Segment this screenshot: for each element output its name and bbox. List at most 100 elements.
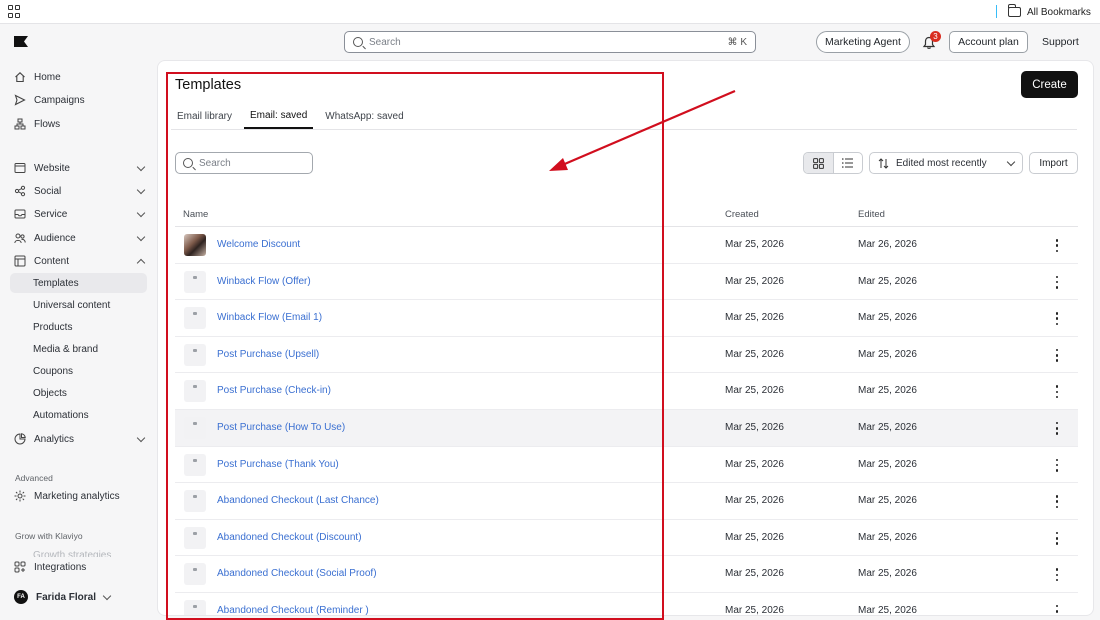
template-thumbnail[interactable]: [184, 526, 206, 549]
bookmarks-divider: [996, 5, 997, 18]
import-button[interactable]: Import: [1029, 152, 1078, 174]
table-row[interactable]: Post Purchase (How To Use) Mar 25, 2026 Ma…: [175, 409, 1078, 447]
sidebar-item-campaigns[interactable]: Campaigns: [14, 90, 148, 110]
template-thumbnail[interactable]: [184, 453, 206, 476]
template-thumbnail[interactable]: [184, 490, 206, 513]
table-row[interactable]: Post Purchase (Check-in) Mar 25, 2026 Mar …: [175, 373, 1078, 410]
grid-view-button[interactable]: [804, 153, 834, 173]
template-thumbnail[interactable]: [184, 307, 206, 330]
support-link[interactable]: Support: [1042, 36, 1079, 48]
sidebar-subitem-automations[interactable]: Automations: [10, 405, 147, 425]
template-thumbnail[interactable]: [184, 234, 206, 256]
sidebar-item-social[interactable]: Social: [14, 181, 148, 201]
template-thumbnail[interactable]: [184, 270, 206, 293]
sidebar-item-content[interactable]: Content: [14, 251, 148, 271]
table-row[interactable]: Post Purchase (Upsell) Mar 25, 2026 Mar 25…: [175, 337, 1078, 374]
sidebar-subitem-templates[interactable]: Templates: [10, 273, 147, 293]
template-name-link[interactable]: Abandoned Checkout (Social Proof): [217, 568, 377, 579]
more-options-icon[interactable]: [1055, 312, 1059, 326]
sidebar-item-audience[interactable]: Audience: [14, 228, 148, 248]
chevron-down-icon: [102, 591, 112, 600]
template-name-link[interactable]: Winback Flow (Offer): [217, 276, 311, 287]
more-options-icon[interactable]: [1055, 495, 1059, 509]
account-switcher[interactable]: FA Farida Floral: [14, 587, 148, 607]
more-options-icon[interactable]: [1055, 604, 1059, 615]
apps-grid-icon[interactable]: [8, 5, 21, 18]
template-thumbnail[interactable]: [184, 563, 206, 586]
tab-email-saved[interactable]: Email: saved: [244, 103, 314, 129]
sidebar-subitem-universal-content[interactable]: Universal content: [10, 295, 147, 315]
all-bookmarks-label: All Bookmarks: [1027, 6, 1091, 18]
template-thumbnail[interactable]: [184, 599, 206, 615]
tab-whatsapp-saved[interactable]: WhatsApp: saved: [319, 103, 409, 129]
edited-date: Mar 25, 2026: [858, 458, 917, 470]
template-name-link[interactable]: Abandoned Checkout (Discount): [217, 532, 362, 543]
column-header-name[interactable]: Name: [183, 209, 208, 220]
advanced-section-label: Advanced: [15, 473, 53, 483]
table-row[interactable]: Winback Flow (Offer) Mar 25, 2026 Mar 25, …: [175, 264, 1078, 301]
template-name-link[interactable]: Post Purchase (Thank You): [217, 459, 339, 470]
more-options-icon[interactable]: [1055, 239, 1059, 252]
send-icon: [14, 94, 26, 106]
template-name-link[interactable]: Welcome Discount: [217, 239, 300, 250]
account-plan-button[interactable]: Account plan: [949, 31, 1028, 53]
column-header-edited[interactable]: Edited: [858, 209, 885, 220]
more-options-icon[interactable]: [1055, 458, 1059, 472]
folder-icon: [1008, 4, 1021, 17]
template-thumbnail[interactable]: [184, 343, 206, 366]
column-header-created[interactable]: Created: [725, 209, 759, 220]
template-search-placeholder: Search: [199, 157, 231, 169]
table-row[interactable]: Winback Flow (Email 1) Mar 25, 2026 Mar 25…: [175, 300, 1078, 337]
flows-icon: [14, 118, 26, 130]
search-icon: [353, 37, 363, 47]
table-row[interactable]: Abandoned Checkout (Reminder ) Mar 25, 20…: [175, 593, 1078, 615]
all-bookmarks-button[interactable]: All Bookmarks: [1008, 4, 1091, 20]
template-thumbnail[interactable]: [184, 416, 206, 439]
created-date: Mar 25, 2026: [725, 531, 784, 543]
home-icon: [15, 72, 25, 83]
edited-date: Mar 26, 2026: [858, 239, 917, 250]
sidebar-subitem-coupons[interactable]: Coupons: [10, 361, 147, 381]
template-search-input[interactable]: Search: [175, 152, 313, 174]
table-row[interactable]: Abandoned Checkout (Social Proof) Mar 25,…: [175, 556, 1078, 593]
sidebar-subitem-products[interactable]: Products: [10, 317, 147, 337]
global-search-input[interactable]: Search ⌘ K: [344, 31, 756, 53]
sidebar-item-website[interactable]: Website: [14, 158, 148, 178]
sidebar-item-integrations[interactable]: Integrations: [14, 557, 148, 577]
template-name-link[interactable]: Post Purchase (Upsell): [217, 349, 319, 360]
more-options-icon[interactable]: [1055, 385, 1059, 399]
template-name-link[interactable]: Post Purchase (How To Use): [217, 422, 345, 433]
chevron-down-icon: [136, 208, 146, 217]
sidebar-item-analytics[interactable]: Analytics: [14, 429, 148, 449]
marketing-agent-button[interactable]: Marketing Agent: [816, 31, 910, 53]
template-name-link[interactable]: Post Purchase (Check-in): [217, 385, 331, 396]
sidebar-subitem-objects[interactable]: Objects: [10, 383, 147, 403]
more-options-icon[interactable]: [1055, 421, 1059, 435]
sidebar-item-service[interactable]: Service: [14, 204, 148, 224]
tab-email-library[interactable]: Email library: [171, 103, 238, 129]
table-row[interactable]: Abandoned Checkout (Discount) Mar 25, 202…: [175, 520, 1078, 557]
template-name-link[interactable]: Abandoned Checkout (Last Chance): [217, 495, 379, 506]
table-row[interactable]: Abandoned Checkout (Last Chance) Mar 25, …: [175, 483, 1078, 520]
more-options-icon[interactable]: [1055, 275, 1059, 289]
template-name-link[interactable]: Abandoned Checkout (Reminder ): [217, 605, 369, 615]
sidebar-subitem-media-brand[interactable]: Media & brand: [10, 339, 147, 359]
more-options-icon[interactable]: [1055, 568, 1059, 582]
klaviyo-logo-icon[interactable]: [14, 36, 28, 47]
sidebar-item-label: Flows: [34, 118, 61, 130]
more-options-icon[interactable]: [1055, 348, 1059, 362]
template-thumbnail[interactable]: [184, 380, 206, 403]
sidebar-item-flows[interactable]: Flows: [14, 114, 148, 134]
create-button[interactable]: Create: [1021, 71, 1078, 98]
sidebar-item-growth-strategies[interactable]: Growth strategies: [33, 549, 111, 557]
template-name-link[interactable]: Winback Flow (Email 1): [217, 312, 322, 323]
sort-select[interactable]: Edited most recently: [869, 152, 1023, 174]
list-view-button[interactable]: [834, 153, 863, 173]
edited-date: Mar 25, 2026: [858, 312, 917, 324]
search-shortcut: ⌘ K: [727, 36, 747, 48]
sidebar-item-home[interactable]: Home: [14, 67, 148, 87]
sidebar-item-marketing-analytics[interactable]: Marketing analytics: [14, 486, 148, 506]
table-row[interactable]: Post Purchase (Thank You) Mar 25, 2026 Mar…: [175, 447, 1078, 484]
more-options-icon[interactable]: [1055, 531, 1059, 545]
table-row[interactable]: Welcome Discount Mar 25, 2026 Mar 26, 2026: [175, 227, 1078, 264]
